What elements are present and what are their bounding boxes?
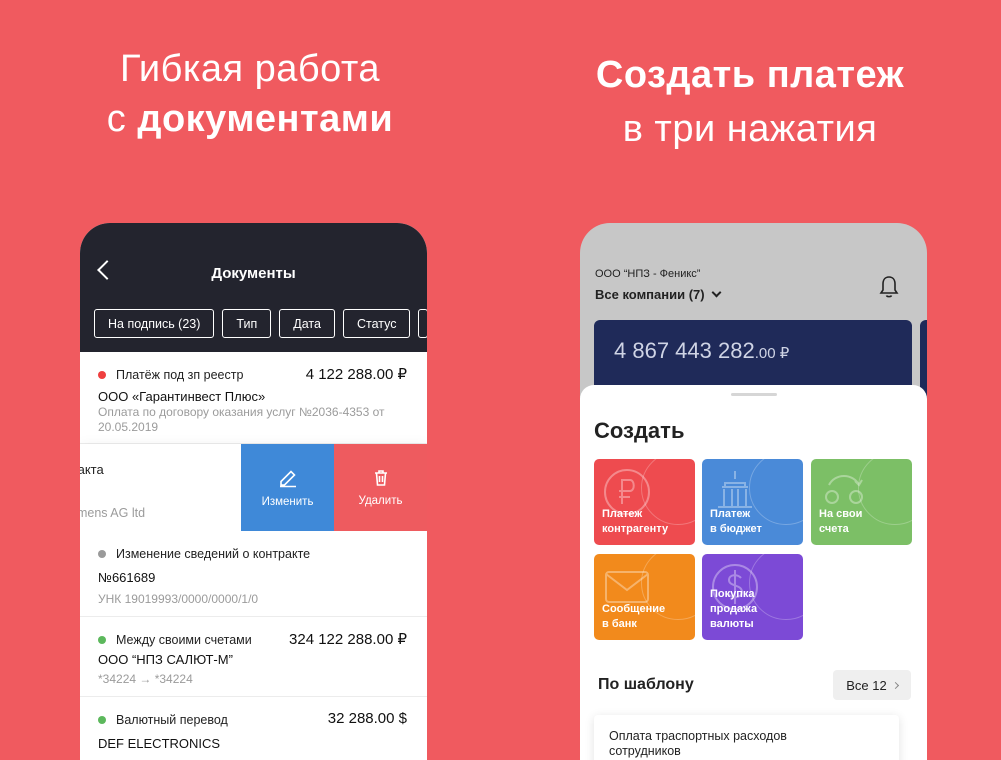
document-amount: 32 288.00 $	[327, 710, 407, 727]
document-sub: УНК 19019993/0000/0000/1/0	[98, 592, 259, 606]
company-name: ООО “НПЗ - Феникс”	[595, 268, 701, 280]
balance-amount: 4 867 443 282.00 ₽	[614, 338, 789, 364]
company-selector-label: Все компании (7)	[595, 287, 705, 302]
tile-label: Сообщение в банк	[602, 603, 666, 630]
template-card[interactable]: Оплата траспортных расходов сотрудников	[594, 715, 899, 760]
tile-label: Платеж в бюджет	[710, 508, 762, 535]
document-sub: Оплата по договору оказания услуг №2036-…	[98, 405, 385, 434]
swiped-text1: онтракта	[80, 462, 104, 477]
swiped-text2: emens AG ltd	[80, 506, 146, 520]
document-type: Валютный перевод	[98, 713, 228, 727]
tile-currency-exchange[interactable]: Покупка продажа валюты	[702, 554, 803, 640]
right-headline-line2: в три нажатия	[622, 108, 878, 150]
tile-payment-budget[interactable]: Платеж в бюджет	[702, 459, 803, 545]
list-item[interactable]: Валютный перевод 32 288.00 $ DEF ELECTRO…	[80, 697, 427, 760]
tile-label: На свои счета	[819, 508, 863, 535]
tile-payment-counterparty[interactable]: Платеж контрагенту	[594, 459, 695, 545]
document-amount: 4 122 288.00 ₽	[305, 366, 407, 383]
document-amount: 324 122 288.00 ₽	[289, 631, 407, 648]
balance-cents: .00 ₽	[754, 345, 790, 362]
template-card-text: Оплата траспортных расходов сотрудников	[609, 729, 787, 758]
left-headline-prefix: с	[106, 98, 138, 140]
create-payment-phone: ООО “НПЗ - Феникс” Все компании (7) 4 86…	[580, 223, 927, 760]
document-type-label: Валютный перевод	[116, 713, 228, 727]
left-headline: Гибкая работа с документами	[40, 44, 460, 144]
filter-to-sign[interactable]: На подпись (23)	[94, 309, 215, 338]
bell-icon[interactable]	[879, 275, 899, 299]
balance-main: 4 867 443 282	[614, 338, 755, 363]
trash-icon	[374, 469, 387, 486]
right-headline: Создать платеж в три нажатия	[530, 48, 970, 156]
tile-message-bank[interactable]: Сообщение в банк	[594, 554, 695, 640]
create-sheet: Создать Платеж контрагенту Платеж в бюдж…	[580, 385, 927, 760]
document-type-label: Между своими счетами	[116, 633, 252, 647]
document-type: Изменение сведений о контракте	[98, 547, 310, 561]
filter-type[interactable]: Тип	[222, 309, 272, 338]
status-dot	[98, 636, 106, 644]
status-dot	[98, 716, 106, 724]
document-type-label: Платёж под зп реестр	[116, 368, 244, 382]
edit-button[interactable]: Изменить	[241, 444, 334, 531]
filter-more[interactable]	[418, 309, 427, 338]
all-templates-button[interactable]: Все 12	[833, 670, 911, 700]
document-name: ООО “НПЗ САЛЮТ-М”	[98, 652, 233, 667]
documents-header: Документы На подпись (23) Тип Дата Стату…	[80, 223, 427, 352]
list-item[interactable]: Изменение сведений о контракте №661689 У…	[80, 531, 427, 617]
chevron-right-icon	[891, 681, 899, 689]
document-type-label: Изменение сведений о контракте	[116, 547, 311, 561]
document-name: ООО «Гарантинвест Плюс»	[98, 389, 266, 404]
delete-button[interactable]: Удалить	[334, 444, 427, 531]
tile-own-accounts[interactable]: На свои счета	[811, 459, 912, 545]
left-headline-line2: с документами	[40, 94, 460, 144]
document-name: DEF ELECTRONICS	[98, 736, 221, 751]
list-item[interactable]: Платёж под зп реестр 4 122 288.00 ₽ ООО …	[80, 352, 427, 444]
document-name: №661689	[98, 570, 156, 585]
swiped-list-item[interactable]: онтракта emens AG ltd Изменить Удалить	[80, 444, 427, 531]
all-templates-label: Все 12	[846, 677, 887, 693]
sheet-title: Создать	[594, 418, 685, 443]
right-headline-line1: Создать платеж	[595, 54, 905, 96]
templates-title: По шаблону	[598, 676, 694, 693]
document-sub: *34224 → *34224	[98, 672, 193, 686]
tile-label: Покупка продажа валюты	[710, 588, 758, 630]
company-selector[interactable]: Все компании (7)	[595, 287, 722, 302]
page-title: Документы	[211, 265, 296, 282]
filter-status[interactable]: Статус	[342, 309, 411, 338]
left-headline-bold: документами	[137, 98, 394, 140]
status-dot	[98, 550, 106, 558]
list-item[interactable]: Между своими счетами 324 122 288.00 ₽ ОО…	[80, 617, 427, 697]
document-type: Между своими счетами	[98, 633, 252, 647]
tile-label: Платеж контрагенту	[602, 508, 669, 535]
chevron-down-icon	[711, 287, 722, 298]
documents-phone: Документы На подпись (23) Тип Дата Стату…	[80, 223, 427, 760]
document-type: Платёж под зп реестр	[98, 368, 243, 382]
filter-date[interactable]: Дата	[279, 309, 335, 338]
left-headline-line1: Гибкая работа	[119, 48, 381, 90]
filter-bar: На подпись (23) Тип Дата Статус	[94, 309, 427, 338]
delete-label: Удалить	[358, 494, 403, 507]
pencil-icon	[279, 469, 296, 487]
status-dot	[98, 371, 106, 379]
sheet-grabber[interactable]	[731, 393, 777, 396]
edit-label: Изменить	[261, 495, 314, 508]
